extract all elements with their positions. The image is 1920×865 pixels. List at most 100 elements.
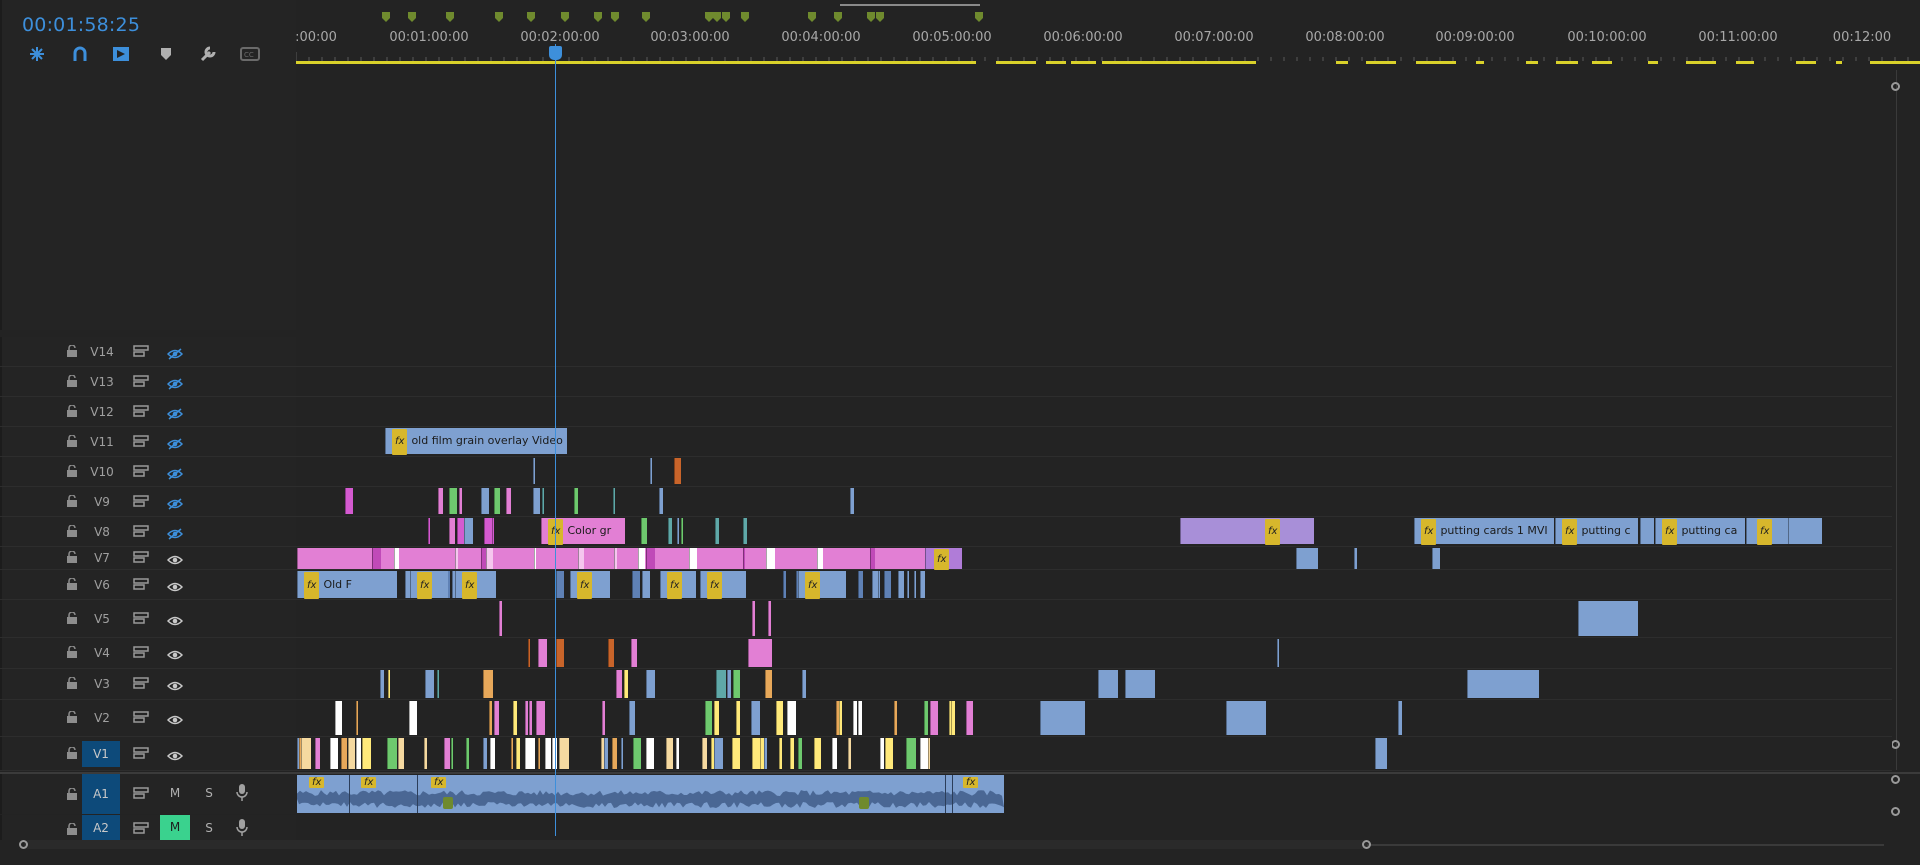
timeline-clip[interactable]	[659, 488, 663, 514]
eye-hidden-icon[interactable]	[166, 435, 184, 454]
timeline-clip[interactable]	[356, 738, 361, 769]
timeline-clip[interactable]	[928, 738, 930, 769]
timeline-clip[interactable]	[727, 670, 731, 698]
timeline-clip[interactable]	[642, 571, 650, 598]
timeline-clip[interactable]	[341, 738, 347, 769]
timeline-clip[interactable]	[641, 518, 647, 544]
solo-button[interactable]: S	[200, 821, 218, 835]
sync-lock-icon[interactable]	[133, 747, 149, 759]
timeline-clip[interactable]	[920, 738, 928, 769]
timeline-clip[interactable]	[315, 738, 320, 769]
timeline-clip[interactable]	[714, 738, 723, 769]
lock-icon[interactable]	[66, 823, 78, 835]
timeline-clip[interactable]	[817, 548, 823, 569]
timeline-clip[interactable]	[538, 738, 540, 769]
vertical-scroll-knob[interactable]	[1891, 82, 1900, 91]
sync-lock-icon[interactable]	[133, 525, 149, 537]
timeline-clip[interactable]	[301, 738, 311, 769]
timeline-clip[interactable]	[372, 548, 381, 569]
timeline-clip[interactable]	[536, 701, 545, 735]
timeline-clip[interactable]	[362, 738, 371, 769]
timeline-clip[interactable]	[1398, 701, 1402, 735]
timeline-clip[interactable]	[631, 639, 637, 667]
timeline-clip[interactable]	[638, 548, 645, 569]
timeline-clip[interactable]	[533, 458, 535, 484]
timeline-clip[interactable]	[646, 738, 654, 769]
timeline-clip[interactable]	[455, 548, 458, 569]
timeline-clip[interactable]: fx	[660, 571, 696, 599]
timeline-clip[interactable]	[1125, 670, 1155, 698]
timeline-clip[interactable]	[907, 571, 909, 598]
eye-icon[interactable]	[166, 612, 184, 631]
timeline-clip[interactable]	[878, 571, 880, 598]
work-area-bar[interactable]	[840, 4, 980, 6]
sync-lock-icon[interactable]	[133, 551, 149, 563]
lock-icon[interactable]	[66, 677, 78, 689]
timeline-clip[interactable]	[578, 548, 584, 569]
timeline-clip[interactable]	[330, 738, 338, 769]
lock-icon[interactable]	[66, 435, 78, 447]
timeline-clip[interactable]	[483, 738, 487, 769]
timeline-clip[interactable]	[752, 738, 760, 769]
timeline-clip[interactable]	[666, 738, 673, 769]
sync-lock-icon[interactable]	[133, 435, 149, 447]
timeline-clip[interactable]: fx	[410, 571, 448, 599]
timeline-clip[interactable]	[715, 518, 719, 544]
sync-lock-icon[interactable]	[133, 495, 149, 507]
solo-button[interactable]: S	[200, 786, 218, 800]
track-target-v1[interactable]: V1	[82, 741, 120, 767]
timeline-clip[interactable]	[449, 518, 455, 544]
track-name[interactable]: V9	[82, 495, 122, 509]
track-name[interactable]: V3	[82, 677, 122, 691]
timeline-clip[interactable]	[765, 670, 772, 698]
timeline-clip[interactable]	[513, 701, 517, 735]
timeline-clip[interactable]	[924, 701, 928, 735]
track-name[interactable]: V12	[82, 405, 122, 419]
playhead-timecode[interactable]: 00:01:58:25	[22, 14, 140, 36]
timeline-clip[interactable]	[424, 738, 427, 769]
timeline-clip[interactable]	[559, 738, 569, 769]
timeline-clip[interactable]	[614, 548, 617, 569]
timeline-clip[interactable]	[490, 738, 495, 769]
timeline-clip[interactable]	[632, 571, 640, 598]
timeline-clip[interactable]	[335, 701, 342, 735]
timeline-clip[interactable]	[425, 670, 434, 698]
timeline-clip[interactable]	[534, 548, 536, 569]
track-name[interactable]: V10	[82, 465, 122, 479]
track-name[interactable]: V5	[82, 612, 122, 626]
sync-lock-icon[interactable]	[133, 711, 149, 723]
wrench-icon[interactable]	[195, 44, 221, 64]
timeline-clip[interactable]	[848, 738, 851, 769]
timeline-clip[interactable]	[499, 601, 502, 636]
lock-icon[interactable]	[66, 405, 78, 417]
clip-putting-cards[interactable]: fx putting c	[1555, 518, 1638, 545]
timeline-clip[interactable]	[646, 670, 655, 698]
timeline-clip[interactable]	[451, 738, 453, 769]
timeline-clip[interactable]	[1640, 518, 1654, 544]
eye-icon[interactable]	[166, 646, 184, 665]
timeline-clip[interactable]	[608, 639, 614, 667]
timeline-clip[interactable]	[751, 701, 760, 735]
timeline-clip[interactable]: fx	[700, 571, 740, 599]
eye-hidden-icon[interactable]	[166, 345, 184, 364]
sync-lock-icon[interactable]	[133, 578, 149, 590]
timeline-clip[interactable]	[457, 518, 464, 544]
eye-icon[interactable]	[166, 551, 184, 570]
timeline-clip[interactable]	[689, 548, 697, 569]
timeline-clip[interactable]	[525, 701, 528, 735]
timeline-clip[interactable]	[748, 639, 772, 667]
video-track-row[interactable]	[296, 638, 1892, 668]
playhead-handle[interactable]	[549, 46, 562, 60]
sync-lock-icon[interactable]	[133, 646, 149, 658]
track-name[interactable]: V13	[82, 375, 122, 389]
timeline-clip[interactable]	[702, 738, 707, 769]
lock-icon[interactable]	[66, 345, 78, 357]
timeline-clip[interactable]	[743, 518, 747, 544]
clip-old-film-grain[interactable]: fx old film grain overlay Video	[385, 428, 567, 455]
eye-icon[interactable]	[166, 578, 184, 597]
sync-lock-icon[interactable]	[133, 465, 149, 477]
eye-hidden-icon[interactable]	[166, 465, 184, 484]
lock-icon[interactable]	[66, 578, 78, 590]
timeline-clip[interactable]	[716, 670, 726, 698]
video-track-row[interactable]	[296, 337, 1892, 366]
